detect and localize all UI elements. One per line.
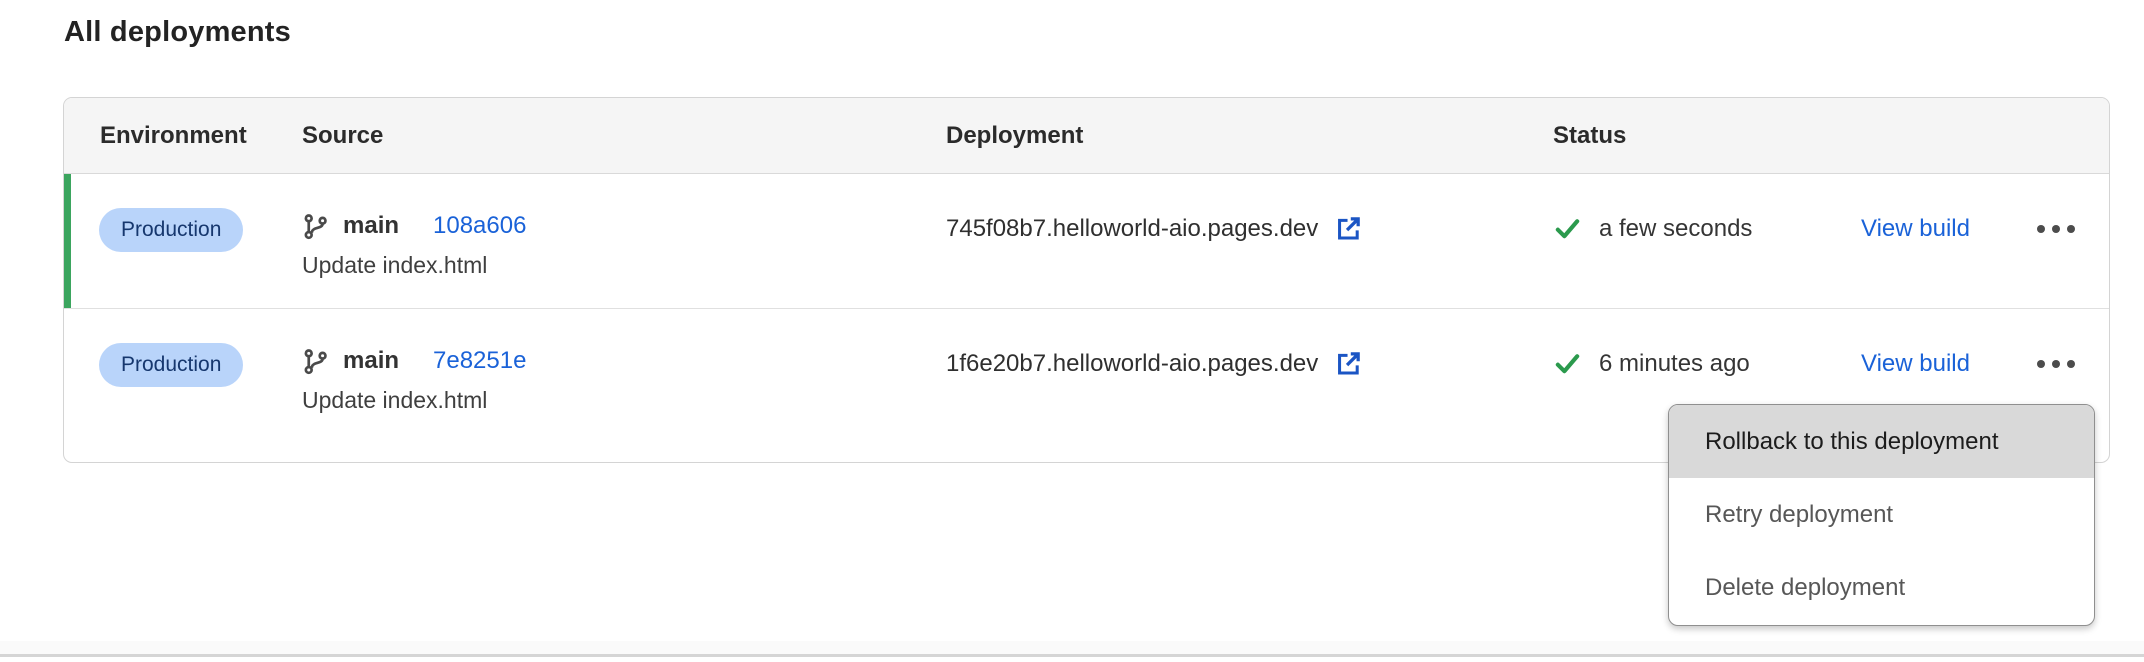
deployment-cell: 1f6e20b7.helloworld-aio.pages.dev — [946, 349, 1553, 378]
menu-item-rollback[interactable]: Rollback to this deployment — [1669, 405, 2094, 478]
row-actions-button[interactable] — [2035, 352, 2077, 376]
status-cell: 6 minutes ago View build — [1553, 349, 2109, 378]
page-title: All deployments — [64, 16, 291, 49]
status-group: 6 minutes ago — [1553, 349, 1861, 378]
view-build-link[interactable]: View build — [1861, 350, 1970, 378]
current-deployment-marker — [64, 174, 71, 308]
deployment-url-link[interactable]: 1f6e20b7.helloworld-aio.pages.dev — [946, 350, 1318, 378]
deployed-time: a few seconds — [1599, 215, 1752, 243]
column-header-environment: Environment — [64, 122, 302, 150]
row-actions-button[interactable] — [2035, 217, 2077, 241]
environment-cell: Production — [64, 347, 302, 387]
deployments-page: All deployments Environment Source Deplo… — [0, 0, 2144, 662]
table-header-row: Environment Source Deployment Status — [64, 98, 2109, 174]
branch-name: main — [343, 212, 399, 240]
external-link-icon[interactable] — [1334, 349, 1363, 378]
menu-item-retry[interactable]: Retry deployment — [1669, 478, 2094, 551]
environment-badge: Production — [99, 208, 243, 252]
column-header-status: Status — [1553, 122, 2109, 150]
menu-item-delete[interactable]: Delete deployment — [1669, 552, 2094, 625]
table-row: Production main 108a606 Update index.htm… — [64, 174, 2109, 309]
deployed-time: 6 minutes ago — [1599, 350, 1750, 378]
success-check-icon — [1553, 349, 1582, 378]
deployment-cell: 745f08b7.helloworld-aio.pages.dev — [946, 214, 1553, 243]
success-check-icon — [1553, 214, 1582, 243]
commit-link[interactable]: 108a606 — [433, 212, 526, 240]
ellipsis-icon — [2037, 360, 2045, 368]
environment-badge: Production — [99, 343, 243, 387]
status-cell: a few seconds View build — [1553, 214, 2109, 243]
row-actions-menu: Rollback to this deployment Retry deploy… — [1668, 404, 2095, 626]
status-group: a few seconds — [1553, 214, 1861, 243]
git-branch-icon — [302, 348, 329, 375]
view-build-link[interactable]: View build — [1861, 215, 1970, 243]
column-header-deployment: Deployment — [946, 122, 1553, 150]
footer-divider — [0, 654, 2144, 657]
commit-message: Update index.html — [302, 387, 946, 414]
commit-link[interactable]: 7e8251e — [433, 347, 526, 375]
branch-name: main — [343, 347, 399, 375]
commit-message: Update index.html — [302, 252, 946, 279]
ellipsis-icon — [2037, 225, 2045, 233]
external-link-icon[interactable] — [1334, 214, 1363, 243]
source-cell: main 7e8251e Update index.html — [302, 347, 946, 414]
deployment-url-link[interactable]: 745f08b7.helloworld-aio.pages.dev — [946, 215, 1318, 243]
column-header-source: Source — [302, 122, 946, 150]
source-cell: main 108a606 Update index.html — [302, 212, 946, 279]
environment-cell: Production — [64, 212, 302, 252]
git-branch-icon — [302, 213, 329, 240]
footer-band — [0, 641, 2144, 654]
